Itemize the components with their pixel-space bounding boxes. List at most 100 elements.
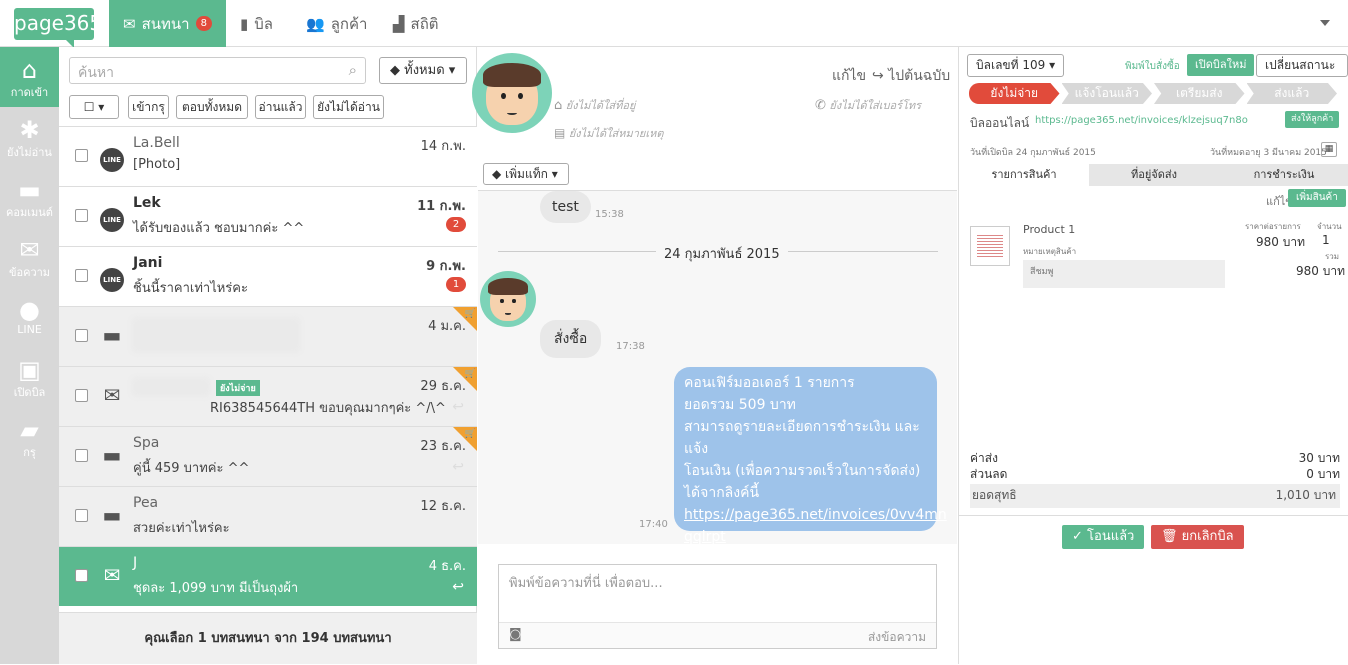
note-info: ▤ ยังไม่ได้ใส่หมายเหตุ xyxy=(554,124,663,142)
sidebar-item-unread[interactable]: ✱ ยังไม่อ่าน xyxy=(0,107,59,167)
open-invoice-label: ไปต้นฉบับ xyxy=(888,68,951,84)
message-line: ได้จากลิงค์นี้ xyxy=(684,485,760,501)
add-tag-button[interactable]: ◆ เพิ่มแท็ก ▾ xyxy=(483,163,569,185)
conversation-list: ค้นหา ⌕ ◆ ทั้งหมด ▾ ☐ ▾ เข้ากรุ ตอบทั้งห… xyxy=(59,47,477,664)
cancel-bill-button[interactable]: 🗑 ยกเลิกบิล xyxy=(1151,525,1244,549)
nav-customers[interactable]: 👥 ลูกค้า xyxy=(292,0,381,47)
sidebar-item-open-bill[interactable]: ▣ เปิดบิล xyxy=(0,347,59,407)
row-checkbox[interactable] xyxy=(75,569,88,582)
conversation-row[interactable]: ▬ 4 ม.ค. 🛒 xyxy=(59,306,477,366)
nav-chat[interactable]: ✉ สนทนา 8 xyxy=(109,0,226,47)
app-logo[interactable]: page365 xyxy=(14,8,102,48)
tab-shipping-address[interactable]: ที่อยู่จัดส่ง xyxy=(1089,164,1219,186)
tab-payment[interactable]: การชำระเงิน xyxy=(1219,164,1348,186)
archive-button[interactable]: เข้ากรุ xyxy=(128,95,169,119)
address-info: ⌂ ยังไม่ได้ใส่ที่อยู่ xyxy=(554,96,635,114)
row-checkbox[interactable] xyxy=(75,149,88,162)
nav-bills[interactable]: ▮ บิล xyxy=(226,0,287,47)
reply-all-button[interactable]: ตอบทั้งหมด xyxy=(176,95,248,119)
row-checkbox[interactable] xyxy=(75,449,88,462)
invoice-link[interactable]: qqlrpt xyxy=(684,529,726,544)
change-status-label: เปลี่ยนสถานะ xyxy=(1265,58,1336,72)
sidebar-item-line[interactable]: ● LINE xyxy=(0,287,59,347)
product-note-field[interactable]: สีชมพู xyxy=(1023,260,1225,288)
book-icon: ▮ xyxy=(240,14,249,33)
row-checkbox[interactable] xyxy=(75,509,88,522)
mark-unread-button[interactable]: ยังไม่ได้อ่าน xyxy=(313,95,384,119)
phone-text: ยังไม่ได้ใส่เบอร์โทร xyxy=(829,99,922,112)
mail-icon: ✉ xyxy=(123,14,136,33)
tag-icon: ◆ xyxy=(492,167,506,181)
open-invoice-link[interactable]: ↪ ไปต้นฉบับ xyxy=(872,65,950,87)
note-text: ยังไม่ได้ใส่หมายเหตุ xyxy=(568,127,664,140)
message-bubble: test xyxy=(540,191,591,223)
row-checkbox[interactable] xyxy=(75,209,88,222)
conversation-row[interactable]: ▬ Pea สวยค่ะเท่าไหร่คะ 12 ธ.ค. xyxy=(59,486,477,546)
sidebar-item-archive[interactable]: ▰ กรุ xyxy=(0,407,59,467)
row-checkbox[interactable] xyxy=(75,329,88,342)
reply-icon: ↩ xyxy=(452,459,464,475)
status-step-shipped[interactable]: ส่งแล้ว xyxy=(1246,83,1337,104)
shipping-label: ค่าส่ง xyxy=(970,451,998,465)
new-bill-button[interactable]: เปิดบิลใหม่ xyxy=(1187,54,1255,76)
conversation-row[interactable]: LINE Lek ได้รับของแล้ว ชอบมากค่ะ ^^ 11 ก… xyxy=(59,186,477,246)
invoice-link[interactable]: https://page365.net/invoices/0vv4mn xyxy=(684,507,947,523)
account-dropdown-icon[interactable] xyxy=(1320,20,1330,26)
cart-icon: 🛒 xyxy=(453,307,477,331)
line-icon: LINE xyxy=(99,203,125,232)
print-order-link[interactable]: พิมพ์ใบสั่งซื้อ xyxy=(1125,59,1180,74)
total-row: ยอดสุทธิ 1,010 บาท xyxy=(970,484,1340,508)
product-thumbnail xyxy=(970,226,1010,266)
tag-icon: ◆ xyxy=(390,63,405,78)
conversation-row[interactable]: LINE La.Bell [Photo] 14 ก.พ. xyxy=(59,126,477,186)
row-checkbox[interactable] xyxy=(75,389,88,402)
conversation-row[interactable]: ▬ Spa คู่นี้ 459 บาทค่ะ ^^ 23 ธ.ค. ↩ 🛒 xyxy=(59,426,477,486)
mark-read-button[interactable]: อ่านแล้ว xyxy=(255,95,306,119)
sidebar-item-messages[interactable]: ✉ ข้อความ xyxy=(0,227,59,287)
search-icon[interactable]: ⌕ xyxy=(349,61,357,79)
sidebar-item-comments[interactable]: ▬ คอมเมนต์ xyxy=(0,167,59,227)
online-bill-url[interactable]: https://page365.net/invoices/klzejsuq7n8… xyxy=(1035,115,1248,126)
share-icon: ↪ xyxy=(872,68,884,84)
status-step-preparing[interactable]: เตรียมส่ง xyxy=(1154,83,1245,104)
contact-name: Spa xyxy=(133,435,160,451)
select-all-dropdown[interactable]: ☐ ▾ xyxy=(69,95,119,119)
comment-icon: ▬ xyxy=(102,323,122,347)
nav-stats[interactable]: ▟ สถิติ xyxy=(379,0,453,47)
status-step-unpaid[interactable]: ยังไม่จ่าย xyxy=(969,83,1060,104)
tag-filter-dropdown[interactable]: ◆ ทั้งหมด ▾ xyxy=(379,57,467,84)
cart-icon: 🛒 xyxy=(453,367,477,391)
camera-icon[interactable]: ◙ xyxy=(509,627,522,642)
row-checkbox[interactable] xyxy=(75,269,88,282)
send-to-customer-button[interactable]: ส่งให้ลูกค้า xyxy=(1285,111,1340,128)
conversation-rows: LINE La.Bell [Photo] 14 ก.พ. LINE Lek ได… xyxy=(59,126,477,606)
tab-products[interactable]: รายการสินค้า xyxy=(959,164,1089,186)
edit-customer-link[interactable]: แก้ไข xyxy=(832,65,866,87)
search-input[interactable]: ค้นหา ⌕ xyxy=(69,57,366,84)
check-icon: ✓ xyxy=(1072,529,1088,544)
customer-avatar[interactable] xyxy=(472,53,552,133)
sidebar-item-inbox[interactable]: ⌂ กาดเข้า xyxy=(0,47,59,107)
add-product-button[interactable]: เพิ่มสินค้า xyxy=(1288,189,1346,207)
change-status-dropdown[interactable]: เปลี่ยนสถานะ ▾ xyxy=(1256,54,1348,93)
conversation-row[interactable]: ✉ ยังไม่จ่าย RI638545644TH ขอบคุณมากๆค่ะ… xyxy=(59,366,477,426)
bill-number-dropdown[interactable]: บิลเลขที่ 109 ▾ xyxy=(967,54,1065,77)
nav-bills-label: บิล xyxy=(254,14,273,33)
sidebar-label: ยังไม่อ่าน xyxy=(7,146,52,159)
reply-icon: ↩ xyxy=(452,579,464,595)
address-text: ยังไม่ได้ใส่ที่อยู่ xyxy=(565,99,636,112)
conversation-row-selected[interactable]: ✉ J ชุดละ 1,099 บาท มีเป็นถุงผ้า 4 ธ.ค. … xyxy=(59,546,477,606)
product-note-label: หมายเหตุสินค้า xyxy=(1023,247,1077,256)
mark-paid-button[interactable]: ✓ โอนแล้ว xyxy=(1062,525,1145,549)
reply-toolbar: ◙ ส่งข้อความ xyxy=(499,622,936,648)
line-total: 980 บาท xyxy=(1296,264,1345,278)
send-button[interactable]: ส่งข้อความ xyxy=(868,628,926,647)
selection-summary: คุณเลือก 1 บทสนทนา จาก 194 บทสนทนา xyxy=(59,612,477,664)
status-step-transferred[interactable]: แจ้งโอนแล้ว xyxy=(1061,83,1152,104)
reply-textarea[interactable]: พิมพ์ข้อความที่นี่ เพื่อตอบ... ◙ ส่งข้อค… xyxy=(498,564,937,649)
trash-icon: 🗑 xyxy=(1161,529,1182,544)
line-icon: LINE xyxy=(99,263,125,292)
calendar-icon[interactable]: ▦ xyxy=(1321,142,1337,157)
conversation-row[interactable]: LINE Jani ชิ้นนี้ราคาเท่าไหร่คะ 9 ก.พ. 1 xyxy=(59,246,477,306)
last-message: ชิ้นนี้ราคาเท่าไหร่คะ xyxy=(133,281,248,296)
